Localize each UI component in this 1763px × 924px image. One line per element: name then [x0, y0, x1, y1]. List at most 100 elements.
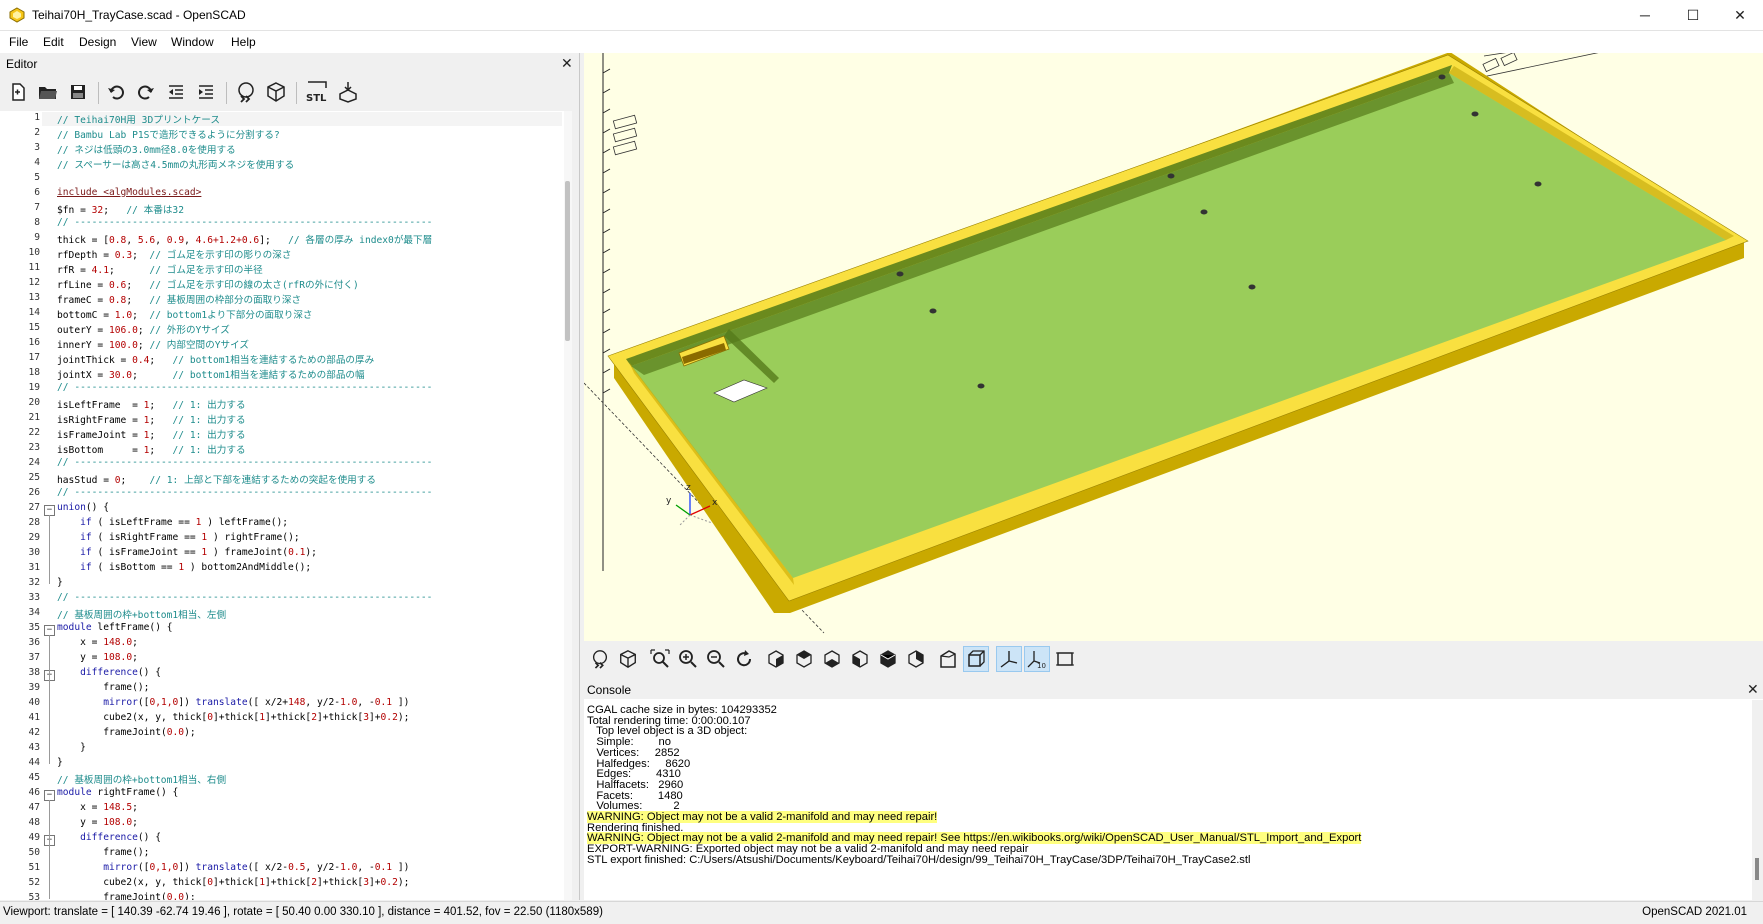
code-line[interactable]: cube2(x, y, thick[0]+thick[1]+thick[2]+t…	[57, 877, 409, 888]
code-line[interactable]: // 基板周囲の枠+bottom1相当、左側	[57, 607, 226, 621]
code-line[interactable]: // ネジは低頭の3.0mm径8.0を使用する	[57, 142, 236, 156]
undo-icon[interactable]	[104, 80, 128, 104]
code-line[interactable]: thick = [0.8, 5.6, 0.9, 4.6+1.2+0.6]; //…	[57, 232, 432, 246]
code-line[interactable]: outerY = 106.0; // 外形のYサイズ	[57, 322, 230, 336]
view-front-icon[interactable]	[875, 646, 901, 672]
code-line[interactable]: if ( isLeftFrame == 1 ) leftFrame();	[57, 517, 288, 528]
code-line[interactable]: }	[57, 757, 63, 768]
code-line[interactable]: y = 108.0;	[57, 652, 138, 663]
code-line[interactable]: // -------------------------------------…	[57, 457, 432, 468]
code-token: ( isRightFrame ==	[91, 532, 202, 543]
menu-design[interactable]: Design	[79, 35, 116, 49]
code-line[interactable]: rfR = 4.1; // ゴム足を示す印の半径	[57, 262, 263, 276]
view-top-icon[interactable]	[791, 646, 817, 672]
show-scale-markers-icon[interactable]: 10	[1024, 646, 1050, 672]
3d-viewport[interactable]: z y x	[584, 53, 1763, 641]
console-output[interactable]: CGAL cache size in bytes: 104293352 Total…	[584, 700, 1752, 900]
close-window-button[interactable]: ✕	[1717, 0, 1763, 30]
view-back-icon[interactable]	[903, 646, 929, 672]
reset-view-icon[interactable]	[731, 646, 757, 672]
code-line[interactable]: }	[57, 742, 86, 753]
code-line[interactable]: x = 148.5;	[57, 802, 138, 813]
editor-scrollbar[interactable]	[564, 111, 572, 900]
code-line[interactable]: innerY = 100.0; // 内部空間のYサイズ	[57, 337, 249, 351]
view-right-icon[interactable]	[763, 646, 789, 672]
code-editor[interactable]: 1 2 3 4 5 6 7 8 9 10 11 12 13 14 15 16 17 18 19 20 21 22 23 24 2…	[0, 111, 572, 900]
code-line[interactable]: // スペーサーは高さ4.5mmの丸形両メネジを使用する	[57, 157, 294, 171]
code-line[interactable]: // 基板周囲の枠+bottom1相当、右側	[57, 772, 226, 786]
menu-help[interactable]: Help	[231, 35, 256, 49]
render-icon[interactable]	[264, 80, 288, 104]
minimize-button[interactable]: ─	[1622, 0, 1668, 30]
code-line[interactable]: jointThick = 0.4; // bottom1相当を連結するための部品…	[57, 352, 374, 366]
save-icon[interactable]	[66, 80, 90, 104]
code-line[interactable]: mirror([0,1,0]) translate([ x/2-0.5, y/2…	[57, 862, 409, 873]
view-all-icon[interactable]	[647, 646, 673, 672]
perspective-icon[interactable]	[935, 646, 961, 672]
code-line[interactable]: if ( isFrameJoint == 1 ) frameJoint(0.1)…	[57, 547, 317, 558]
zoom-out-icon[interactable]	[703, 646, 729, 672]
console-scrollbar[interactable]	[1752, 700, 1763, 900]
editor-scrollbar-thumb[interactable]	[565, 181, 570, 341]
menu-window[interactable]: Window	[171, 35, 214, 49]
code-line[interactable]: $fn = 32; // 本番は32	[57, 202, 184, 216]
zoom-in-icon[interactable]	[675, 646, 701, 672]
unindent-icon[interactable]	[164, 80, 188, 104]
code-line[interactable]: frame();	[57, 847, 149, 858]
view-left-icon[interactable]	[847, 646, 873, 672]
code-line[interactable]: // -------------------------------------…	[57, 592, 432, 603]
code-line[interactable]: // -------------------------------------…	[57, 487, 432, 498]
editor-close-button[interactable]: ✕	[561, 56, 573, 70]
maximize-button[interactable]: ☐	[1670, 0, 1716, 30]
code-line[interactable]: x = 148.0;	[57, 637, 138, 648]
menu-edit[interactable]: Edit	[43, 35, 64, 49]
code-line[interactable]: frameJoint(0.0);	[57, 892, 195, 900]
code-line[interactable]: y = 108.0;	[57, 817, 138, 828]
code-line[interactable]: // -------------------------------------…	[57, 382, 432, 393]
code-line[interactable]: rfDepth = 0.3; // ゴム足を示す印の彫りの深さ	[57, 247, 291, 261]
code-line[interactable]: module rightFrame() {	[57, 787, 178, 798]
code-line[interactable]: if ( isBottom == 1 ) bottom2AndMiddle();	[57, 562, 311, 573]
send-to-print-icon[interactable]	[336, 80, 360, 104]
code-line[interactable]: // -------------------------------------…	[57, 217, 432, 228]
code-line[interactable]: if ( isRightFrame == 1 ) rightFrame();	[57, 532, 300, 543]
code-line[interactable]: bottomC = 1.0; // bottom1より下部分の面取り深さ	[57, 307, 313, 321]
code-line[interactable]: module leftFrame() {	[57, 622, 173, 633]
preview-icon[interactable]	[234, 80, 258, 104]
code-line[interactable]: // Bambu Lab P1Sで造形できるように分割する?	[57, 127, 280, 141]
code-line[interactable]: rfLine = 0.6; // ゴム足を示す印の線の太さ(rfRの外に付く)	[57, 277, 359, 291]
code-line[interactable]: isRightFrame = 1; // 1: 出力する	[57, 412, 246, 426]
code-line[interactable]: isFrameJoint = 1; // 1: 出力する	[57, 427, 246, 441]
code-line[interactable]: difference() {	[57, 832, 161, 843]
code-line[interactable]: cube2(x, y, thick[0]+thick[1]+thick[2]+t…	[57, 712, 409, 723]
show-axes-icon[interactable]	[996, 646, 1022, 672]
console-scrollbar-thumb[interactable]	[1755, 858, 1759, 880]
redo-icon[interactable]	[134, 80, 158, 104]
view-bottom-icon[interactable]	[819, 646, 845, 672]
render-icon[interactable]	[615, 646, 641, 672]
export-stl-icon[interactable]: STL	[302, 80, 332, 104]
orthogonal-icon[interactable]	[963, 646, 989, 672]
code-line[interactable]: jointX = 30.0; // bottom1相当を連結するための部品の幅	[57, 367, 365, 381]
code-line[interactable]: frameJoint(0.0);	[57, 727, 195, 738]
code-line[interactable]: frameC = 0.8; // 基板周囲の枠部分の面取り深さ	[57, 292, 301, 306]
code-line[interactable]: mirror([0,1,0]) translate([ x/2+148, y/2…	[57, 697, 409, 708]
code-line[interactable]: isLeftFrame = 1; // 1: 出力する	[57, 397, 246, 411]
code-line[interactable]: union() {	[57, 502, 109, 513]
menu-file[interactable]: File	[9, 35, 28, 49]
show-edges-icon[interactable]	[1052, 646, 1078, 672]
indent-icon[interactable]	[194, 80, 218, 104]
console-close-button[interactable]: ✕	[1747, 682, 1759, 696]
menu-view[interactable]: View	[131, 35, 157, 49]
open-file-icon[interactable]	[36, 80, 60, 104]
code-line[interactable]: frame();	[57, 682, 149, 693]
new-file-icon[interactable]	[6, 80, 30, 104]
code-line[interactable]: isBottom = 1; // 1: 出力する	[57, 442, 246, 456]
code-line[interactable]: // Teihai70H用 3Dプリントケース	[57, 112, 220, 126]
code-line[interactable]: }	[57, 577, 63, 588]
code-token: ,	[184, 235, 196, 246]
code-line[interactable]: hasStud = 0; // 1: 上部と下部を連結するための突起を使用する	[57, 472, 376, 486]
code-line[interactable]: include <algModules.scad>	[57, 187, 201, 198]
preview-icon[interactable]	[587, 646, 613, 672]
code-line[interactable]: difference() {	[57, 667, 161, 678]
